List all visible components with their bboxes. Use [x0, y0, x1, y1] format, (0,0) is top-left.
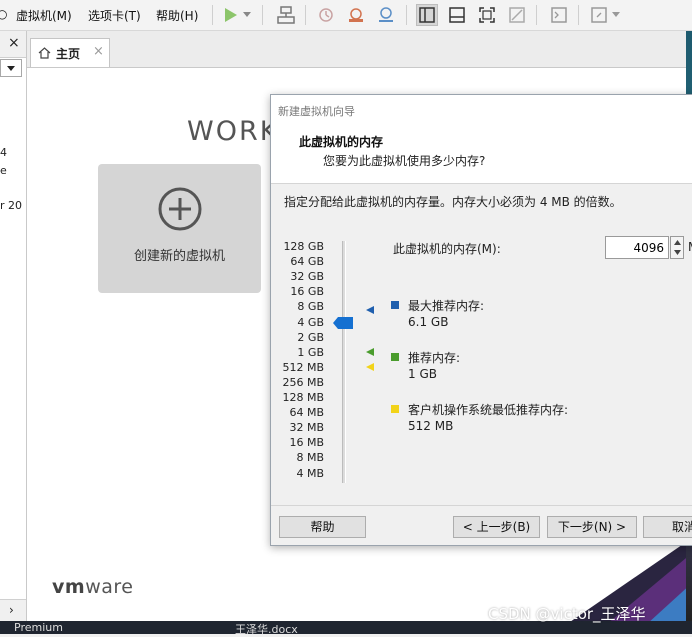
library-item-fragment[interactable]: 4 — [0, 146, 7, 159]
snapshot-take-icon[interactable] — [345, 4, 367, 26]
memory-slider-track[interactable] — [342, 241, 346, 483]
legend-recommended-title: 推荐内存: — [408, 351, 461, 365]
memory-scale-label: 256 MB — [282, 375, 324, 389]
add-circle-icon — [158, 187, 202, 231]
toolbar-separator — [536, 5, 537, 25]
play-icon[interactable] — [219, 4, 241, 26]
spin-down-icon[interactable] — [674, 250, 681, 255]
memory-field-label: 此虚拟机的内存(M): — [393, 242, 501, 256]
legend-min-swatch — [391, 405, 399, 413]
memory-scale-label: 2 GB — [297, 330, 324, 344]
max-recommended-marker — [366, 306, 374, 314]
memory-scale-label: 32 GB — [290, 270, 324, 284]
terminal-icon[interactable] — [548, 4, 570, 26]
legend-min-title: 客户机操作系统最低推荐内存: — [408, 403, 569, 417]
memory-scale-label: 64 MB — [289, 406, 324, 420]
memory-scale-label: 16 GB — [290, 285, 324, 299]
dialog-titlebar: 新建虚拟机向导 — [271, 95, 692, 123]
stretch-dropdown-icon[interactable] — [610, 4, 622, 26]
home-icon — [38, 47, 51, 59]
library-search-dropdown[interactable] — [0, 59, 22, 77]
memory-instruction: 指定分配给此虚拟机的内存量。内存大小必须为 4 MB 的倍数。 — [284, 195, 622, 209]
page-subheading: 您要为此虚拟机使用多少内存? — [323, 154, 486, 168]
library-item-fragment[interactable]: e — [0, 164, 7, 177]
legend-min-value: 512 MB — [408, 419, 454, 433]
library-panel: × 4 e r 20 › — [0, 31, 27, 624]
scroll-right-icon[interactable]: › — [9, 603, 14, 617]
memory-scale-label: 1 GB — [297, 345, 324, 359]
memory-unit: M — [688, 240, 692, 254]
memory-slider-thumb[interactable] — [333, 317, 355, 329]
cancel-button[interactable]: 取消 — [643, 516, 692, 538]
library-close-icon[interactable]: × — [8, 35, 20, 51]
view-library-icon[interactable] — [416, 4, 438, 26]
memory-scale-label: 8 GB — [297, 300, 324, 314]
vmware-logo: vmware — [52, 576, 134, 598]
workstation-title: WORK — [187, 116, 280, 147]
menubar: ○ 虚拟机(M) 选项卡(T) 帮助(H) — [0, 0, 692, 31]
memory-scale-label: 16 MB — [289, 436, 324, 450]
tab-home[interactable]: 主页 × — [30, 38, 110, 67]
menu-vm[interactable]: 虚拟机(M) — [16, 7, 72, 24]
legend-max-title: 最大推荐内存: — [408, 299, 485, 313]
tab-close-icon[interactable]: × — [93, 44, 104, 59]
spin-up-icon[interactable] — [674, 240, 681, 245]
memory-scale-label: 64 GB — [290, 255, 324, 269]
taskbar-item[interactable]: Premium — [14, 621, 63, 634]
menu-tabs[interactable]: 选项卡(T) — [88, 7, 141, 24]
help-button[interactable]: 帮助 — [279, 516, 366, 538]
memory-scale-label: 4 MB — [296, 466, 324, 480]
toolbar-separator — [262, 5, 263, 25]
snapshot-manager-icon[interactable] — [375, 4, 397, 26]
toolbar-separator — [212, 5, 213, 25]
min-recommended-marker — [366, 363, 374, 371]
back-button[interactable]: < 上一步(B) — [453, 516, 540, 538]
create-vm-label: 创建新的虚拟机 — [133, 249, 225, 264]
library-item-fragment[interactable]: r 20 — [0, 199, 22, 212]
taskbar-item[interactable]: 王泽华.docx — [235, 621, 298, 637]
network-icon[interactable] — [275, 4, 297, 26]
memory-scale-label: 128 MB — [282, 391, 324, 404]
toolbar-separator — [406, 5, 407, 25]
view-console-icon[interactable] — [446, 4, 468, 26]
legend-recommended-value: 1 GB — [408, 367, 437, 381]
fullscreen-icon[interactable] — [476, 4, 498, 26]
recommended-marker — [366, 348, 374, 356]
memory-scale-label: 512 MB — [282, 360, 324, 374]
library-scrollbar[interactable]: › — [0, 599, 26, 622]
tab-home-label: 主页 — [56, 47, 81, 61]
memory-scale-label: 4 GB — [297, 315, 324, 329]
dialog-header: 此虚拟机的内存 您要为此虚拟机使用多少内存? — [271, 123, 692, 184]
library-header: × — [0, 31, 26, 58]
page-heading: 此虚拟机的内存 — [299, 135, 384, 149]
create-vm-tile[interactable]: 创建新的虚拟机 — [98, 164, 261, 293]
memory-spinner[interactable] — [670, 236, 684, 259]
toolbar-separator — [305, 5, 306, 25]
unity-icon[interactable] — [506, 4, 528, 26]
dialog-title: 新建虚拟机向导 — [278, 105, 355, 118]
tab-strip: 主页 × — [27, 31, 692, 68]
new-vm-wizard-dialog: 新建虚拟机向导 此虚拟机的内存 您要为此虚拟机使用多少内存? 指定分配给此虚拟机… — [270, 94, 692, 546]
memory-input[interactable] — [605, 236, 669, 259]
memory-scale-label: 8 MB — [296, 451, 324, 465]
watermark: CSDN @victor_王泽华 — [488, 605, 646, 623]
legend-recommended-swatch — [391, 353, 399, 361]
legend-max-value: 6.1 GB — [408, 315, 449, 329]
toolbar-separator — [578, 5, 579, 25]
dialog-footer-divider — [271, 505, 692, 506]
next-button[interactable]: 下一步(N) > — [547, 516, 637, 538]
stretch-icon[interactable] — [588, 4, 610, 26]
memory-scale-label: 32 MB — [289, 421, 324, 435]
dropdown-icon[interactable] — [240, 4, 254, 26]
snapshot-revert-icon[interactable] — [315, 4, 337, 26]
legend-max-swatch — [391, 301, 399, 309]
menu-help[interactable]: 帮助(H) — [156, 7, 198, 24]
app-menu-fragment[interactable]: ○ — [0, 7, 7, 21]
memory-scale-label: 128 GB — [283, 240, 324, 253]
